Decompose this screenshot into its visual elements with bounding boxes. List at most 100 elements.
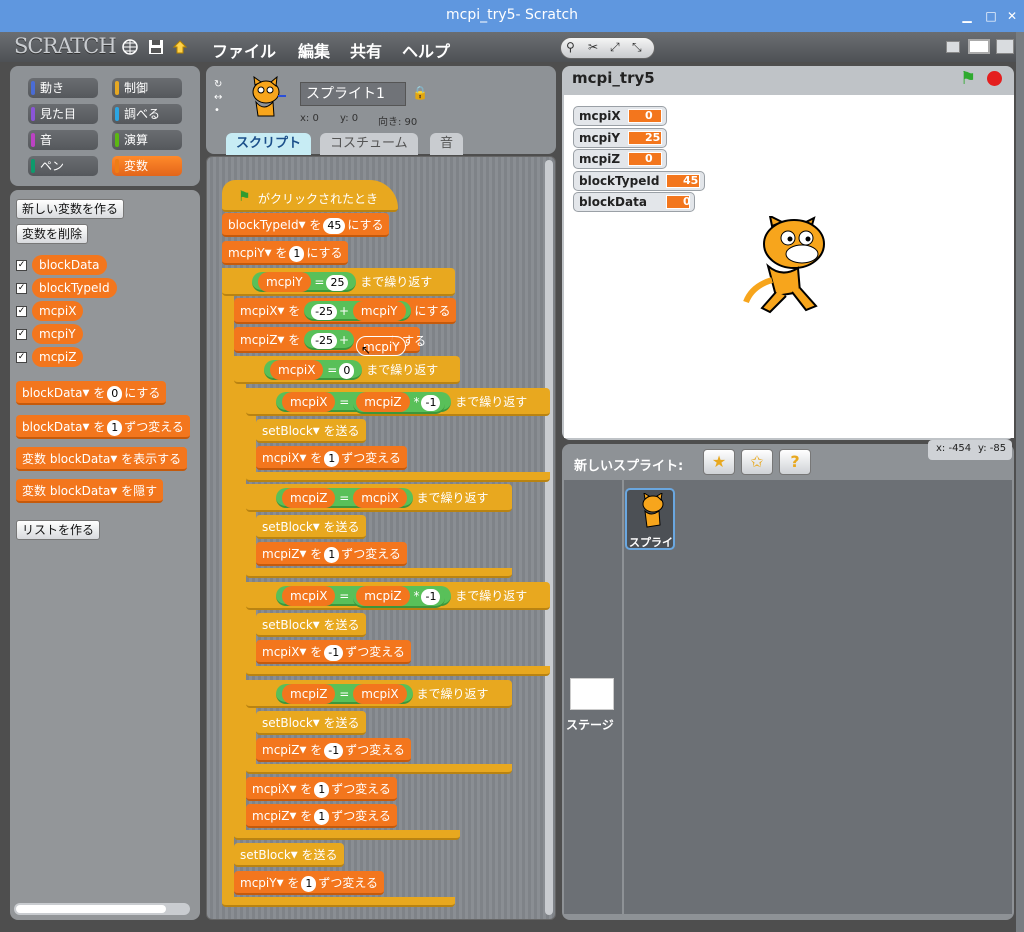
equals-operator[interactable]: mcpiX = 0 (264, 360, 363, 380)
equals-operator[interactable]: mcpiZ = mcpiX (276, 684, 413, 704)
make-variable-button[interactable]: 新しい変数を作る (16, 199, 125, 219)
var-dropdown[interactable]: blockData (22, 386, 83, 400)
var-dropdown[interactable]: blockData (50, 452, 111, 466)
broadcast-block[interactable]: setBlock▼ を送る (234, 843, 344, 867)
category-6[interactable]: ペン (28, 156, 98, 176)
lock-icon[interactable]: 🔒 (412, 86, 428, 101)
var-reporter[interactable]: mcpiZ (356, 586, 410, 606)
message-dropdown[interactable]: setBlock (262, 716, 313, 730)
var-reporter[interactable]: mcpiY (352, 301, 406, 321)
value-input[interactable]: 1 (324, 450, 340, 467)
sprite-name-field[interactable]: スプライト1 (300, 82, 406, 106)
hide-var-block[interactable]: 変数 blockData▼ を隠す (16, 479, 164, 503)
make-list-button[interactable]: リストを作る (16, 520, 101, 540)
value-input[interactable]: -1 (421, 588, 441, 605)
repeat-until-block[interactable]: mcpiX = 0 まで繰り返す (234, 356, 460, 384)
message-dropdown[interactable]: setBlock (240, 848, 291, 862)
change-var-block[interactable]: mcpiX▼ を -1 ずつ変える (256, 640, 411, 664)
repeat-until-block[interactable]: mcpiY = 25 まで繰り返す (222, 268, 455, 296)
choose-sprite-icon[interactable]: ✩ (741, 449, 773, 475)
normal-stage-icon[interactable] (968, 39, 990, 54)
set-mcpix-block[interactable]: mcpiX▼ を -25 + mcpiY にする (234, 298, 457, 324)
change-mcpiz-block[interactable]: mcpiZ▼ を 1 ずつ変える (246, 804, 397, 828)
palette-scrollbar[interactable] (14, 903, 190, 915)
var-checkbox[interactable]: ✓ (16, 352, 27, 363)
category-2[interactable]: 見た目 (28, 104, 98, 124)
message-dropdown[interactable]: setBlock (262, 424, 313, 438)
var-reporter[interactable]: mcpiY (32, 324, 83, 344)
var-dropdown[interactable]: mcpiZ (262, 547, 299, 561)
random-sprite-icon[interactable]: ? (779, 449, 811, 475)
var-monitor[interactable]: mcpiZ 0 (573, 149, 667, 170)
message-dropdown[interactable]: setBlock (262, 618, 313, 632)
var-checkbox[interactable]: ✓ (16, 329, 27, 340)
var-checkbox[interactable]: ✓ (16, 306, 27, 317)
set-mcpiy-block[interactable]: mcpiY▼ を 1 にする (222, 241, 349, 265)
set-blocktypeid-block[interactable]: blockTypeId▼ を 45 にする (222, 213, 390, 237)
var-reporter[interactable]: mcpiX (353, 488, 407, 508)
change-var-block[interactable]: mcpiZ▼ を 1 ずつ変える (256, 542, 407, 566)
var-dropdown[interactable]: mcpiX (262, 451, 299, 465)
var-reporter[interactable]: mcpiY (258, 272, 311, 292)
cat-sprite[interactable] (742, 216, 838, 318)
broadcast-block[interactable]: setBlock▼ を送る (256, 711, 366, 735)
value-input[interactable]: -25 (311, 332, 338, 349)
small-stage-icon[interactable] (946, 41, 960, 53)
add-operator[interactable]: -25 + (304, 330, 355, 350)
var-reporter[interactable]: mcpiX (353, 684, 407, 704)
menu-file[interactable]: ファイル (212, 38, 276, 62)
category-7[interactable]: 変数 (112, 156, 182, 176)
equals-operator[interactable]: mcpiX = mcpiZ * -1 (276, 586, 452, 608)
change-var-block[interactable]: mcpiX▼ を 1 ずつ変える (256, 446, 407, 470)
repeat-until-block[interactable]: mcpiZ = mcpiX まで繰り返す (246, 680, 512, 708)
delete-icon[interactable]: ✂ (588, 40, 598, 54)
presentation-icon[interactable] (996, 39, 1014, 54)
var-dropdown[interactable]: mcpiY (228, 246, 265, 260)
duplicate-icon[interactable]: ⚲ (566, 40, 575, 54)
var-dropdown[interactable]: mcpiY (240, 876, 277, 890)
change-var-block[interactable]: mcpiZ▼ を -1 ずつ変える (256, 738, 411, 762)
set-var-block[interactable]: blockData▼ を 0 にする (16, 381, 167, 405)
close-icon[interactable]: ✕ (1003, 7, 1021, 25)
var-reporter[interactable]: mcpiZ (356, 392, 410, 412)
paint-sprite-icon[interactable]: ★ (703, 449, 735, 475)
tab-costumes[interactable]: コスチューム (320, 133, 418, 155)
value-input[interactable]: 1 (314, 781, 330, 798)
value-input[interactable]: 1 (301, 875, 317, 892)
repeat-until-block[interactable]: mcpiZ = mcpiX まで繰り返す (246, 484, 512, 512)
change-mcpiy-block[interactable]: mcpiY▼ を 1 ずつ変える (234, 871, 384, 895)
var-reporter[interactable]: mcpiX (270, 360, 324, 380)
broadcast-block[interactable]: setBlock▼ を送る (256, 515, 366, 539)
multiply-operator[interactable]: mcpiZ * -1 (353, 392, 446, 414)
var-reporter[interactable]: mcpiX (32, 301, 84, 321)
save-icon[interactable] (148, 39, 164, 55)
value-input[interactable]: -1 (324, 644, 344, 661)
var-checkbox[interactable]: ✓ (16, 260, 27, 271)
equals-operator[interactable]: mcpiX = mcpiZ * -1 (276, 392, 452, 414)
var-dropdown[interactable]: mcpiX (240, 304, 277, 318)
broadcast-block[interactable]: setBlock▼ を送る (256, 613, 366, 637)
tab-sounds[interactable]: 音 (430, 133, 464, 155)
var-reporter[interactable]: mcpiZ (282, 684, 336, 704)
var-dropdown[interactable]: blockData (22, 420, 83, 434)
message-dropdown[interactable]: setBlock (262, 520, 313, 534)
var-dropdown[interactable]: mcpiZ (252, 809, 289, 823)
globe-icon[interactable] (122, 39, 138, 55)
var-monitor[interactable]: mcpiY 25 (573, 127, 667, 148)
rotation-style-icons[interactable]: ↻ ↔ • (214, 78, 222, 117)
var-checkbox[interactable]: ✓ (16, 283, 27, 294)
show-var-block[interactable]: 変数 blockData▼ を表示する (16, 447, 188, 471)
change-var-block[interactable]: blockData▼ を 1 ずつ変える (16, 415, 190, 439)
value-input[interactable]: 1 (314, 808, 330, 825)
equals-operator[interactable]: mcpiY = 25 (252, 272, 357, 292)
menu-edit[interactable]: 編集 (298, 38, 330, 62)
broadcast-block[interactable]: setBlock▼ を送る (256, 419, 366, 443)
hat-block[interactable]: ⚑ がクリックされたとき (222, 180, 398, 212)
category-0[interactable]: 動き (28, 78, 98, 98)
value-input[interactable]: -25 (311, 303, 338, 320)
var-reporter[interactable]: mcpiX (282, 586, 336, 606)
value-input[interactable]: 1 (324, 546, 340, 563)
category-3[interactable]: 調べる (112, 104, 182, 124)
value-input[interactable]: -1 (324, 742, 344, 759)
change-mcpix-block[interactable]: mcpiX▼ を 1 ずつ変える (246, 777, 397, 801)
